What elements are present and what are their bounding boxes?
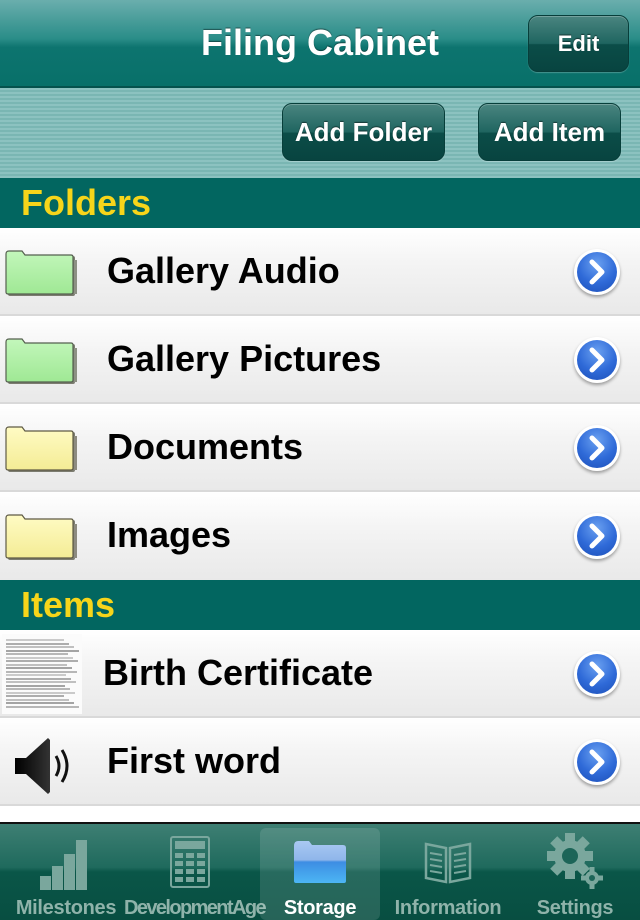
folder-icon xyxy=(5,338,77,384)
document-text-line xyxy=(6,705,79,708)
document-text-line xyxy=(6,674,66,676)
document-text-line xyxy=(6,677,71,680)
tab-label: DevelopmentAge xyxy=(124,897,267,919)
list-continuation xyxy=(0,806,640,822)
chevron-right-icon xyxy=(589,347,605,373)
document-text-line xyxy=(6,646,74,648)
speaker-icon xyxy=(15,738,69,794)
document-text-line xyxy=(6,660,78,662)
folder-icon xyxy=(5,426,77,472)
item-row-first-word[interactable]: First word xyxy=(0,718,640,806)
document-text-line xyxy=(6,642,69,645)
item-row-birth-certificate[interactable]: Birth Certificate xyxy=(0,630,640,718)
disclosure-button[interactable] xyxy=(574,739,620,785)
tab-label: Storage xyxy=(283,897,357,919)
tab-milestones[interactable]: Milestones xyxy=(6,828,126,920)
add-item-button[interactable]: Add Item xyxy=(478,103,621,161)
document-text-line xyxy=(6,667,72,669)
tab-development-age[interactable]: DevelopmentAge xyxy=(124,828,267,920)
tab-information[interactable]: Information xyxy=(388,828,508,920)
document-text-line xyxy=(6,702,74,704)
document-text-line xyxy=(6,695,64,697)
blue-folder-icon xyxy=(294,841,346,883)
document-text-line xyxy=(6,688,70,690)
tab-storage[interactable]: Storage xyxy=(260,828,380,920)
tab-settings[interactable]: Settings xyxy=(515,828,635,920)
tab-bar: Milestones DevelopmentAge Storage Inform… xyxy=(0,822,640,920)
chevron-right-icon xyxy=(589,523,605,549)
folder-icon xyxy=(5,250,77,296)
folder-label: Documents xyxy=(107,426,304,467)
folder-icon xyxy=(5,514,77,560)
disclosure-button[interactable] xyxy=(574,249,620,295)
disclosure-button[interactable] xyxy=(574,651,620,697)
disclosure-button[interactable] xyxy=(574,337,620,383)
folder-label: Gallery Pictures xyxy=(107,338,382,379)
document-text-line xyxy=(6,649,79,652)
edit-button[interactable]: Edit xyxy=(528,15,629,72)
document-thumbnail-icon xyxy=(2,634,82,714)
folder-row-images[interactable]: Images xyxy=(0,492,640,580)
chevron-right-icon xyxy=(589,259,605,285)
document-text-line xyxy=(6,639,64,641)
tab-label: Information xyxy=(394,897,502,919)
disclosure-button[interactable] xyxy=(574,425,620,471)
document-text-line xyxy=(6,653,68,655)
document-text-line xyxy=(6,663,67,666)
folder-row-gallery-pictures[interactable]: Gallery Pictures xyxy=(0,316,640,404)
gears-icon xyxy=(547,833,603,889)
chevron-right-icon xyxy=(589,749,605,775)
chevron-right-icon xyxy=(589,435,605,461)
document-text-line xyxy=(6,681,76,683)
folder-row-gallery-audio[interactable]: Gallery Audio xyxy=(0,228,640,316)
document-text-line xyxy=(6,691,75,694)
calculator-icon xyxy=(170,836,210,888)
add-folder-button[interactable]: Add Folder xyxy=(282,103,445,161)
item-label: Birth Certificate xyxy=(103,652,374,693)
tab-label: Milestones xyxy=(15,897,117,919)
item-label: First word xyxy=(107,740,282,781)
document-text-line xyxy=(6,698,69,701)
chevron-right-icon xyxy=(589,661,605,687)
folder-row-documents[interactable]: Documents xyxy=(0,404,640,492)
document-text-line xyxy=(6,656,73,659)
tab-label: Settings xyxy=(536,897,614,919)
folder-label: Images xyxy=(107,514,232,555)
folder-label: Gallery Audio xyxy=(107,250,340,291)
document-text-line xyxy=(6,670,77,673)
disclosure-button[interactable] xyxy=(574,513,620,559)
items-section-header: Items xyxy=(0,580,640,630)
open-book-icon xyxy=(424,842,472,884)
bar-steps-icon xyxy=(40,840,87,890)
folders-section-header: Folders xyxy=(0,178,640,228)
document-text-line xyxy=(6,684,65,687)
